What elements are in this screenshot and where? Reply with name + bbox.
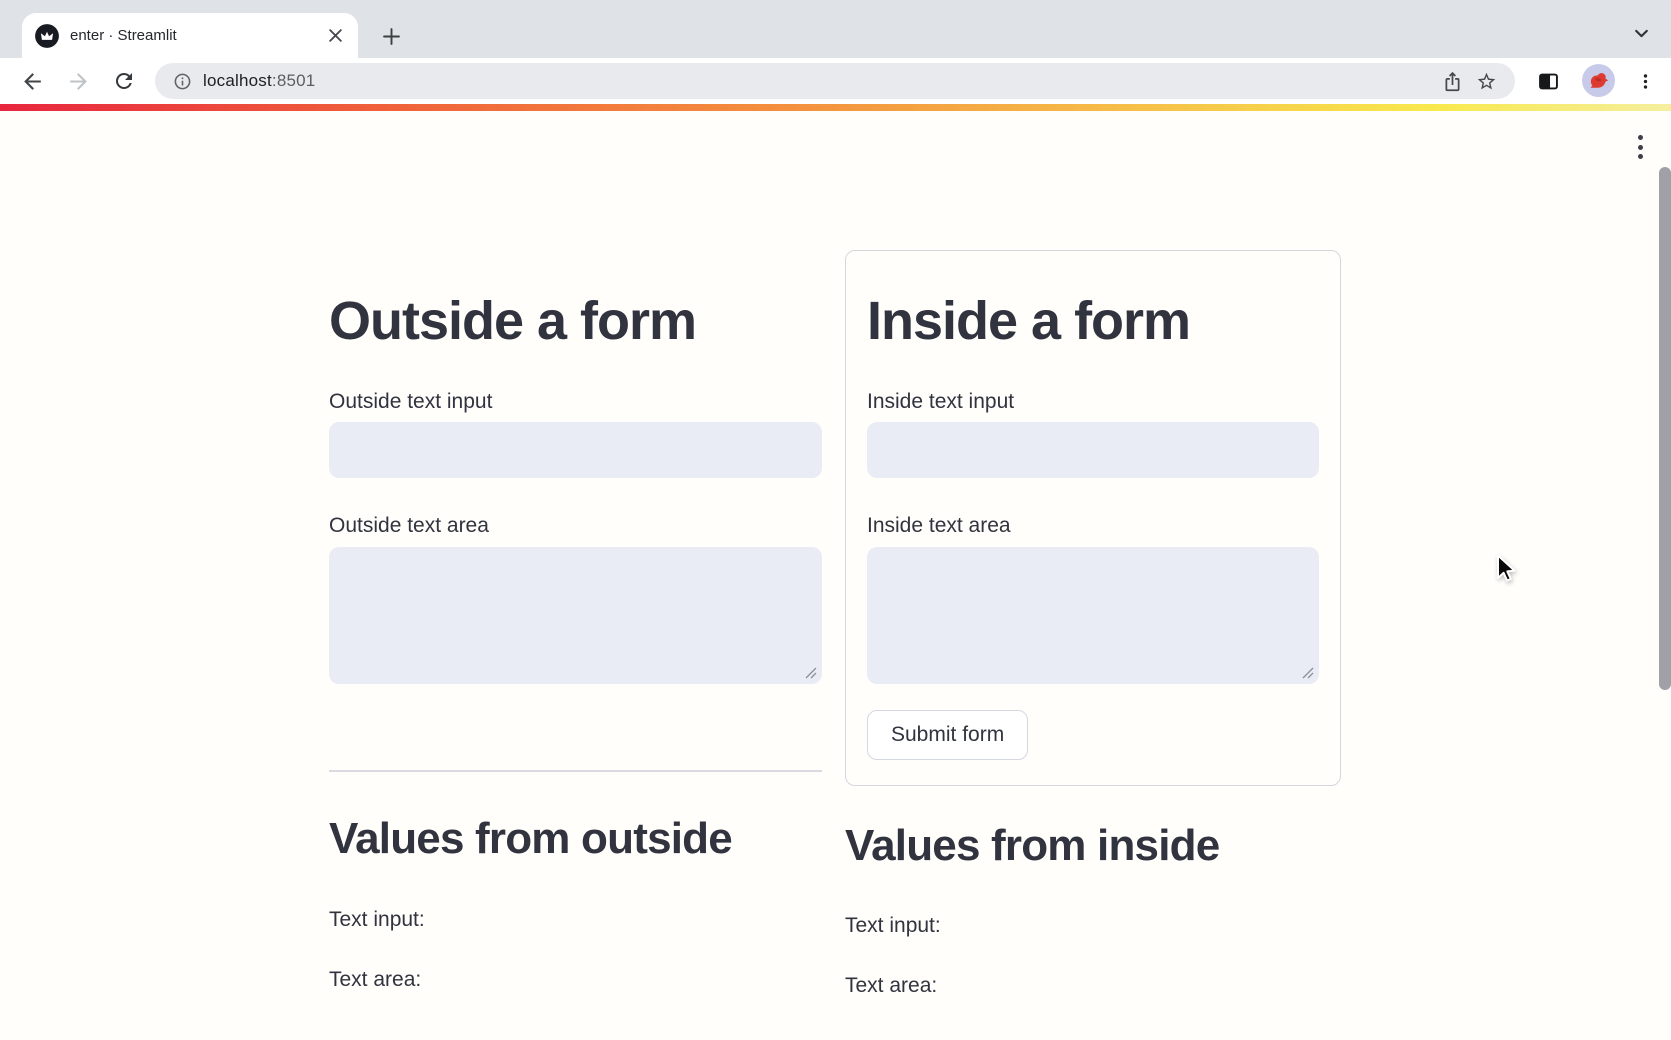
inside-text-area-label: Inside text area — [867, 512, 1011, 540]
streamlit-menu-icon[interactable] — [1624, 127, 1656, 167]
browser-toolbar: localhost:8501 — [0, 58, 1671, 104]
tab-strip: enter · Streamlit — [0, 0, 1671, 58]
avatar-bird-icon[interactable] — [1582, 64, 1615, 97]
inside-text-input[interactable] — [867, 422, 1319, 478]
streamlit-decoration-bar — [0, 104, 1671, 111]
divider — [329, 770, 822, 772]
back-icon[interactable] — [10, 59, 54, 103]
outside-text-input-label: Outside text input — [329, 388, 492, 416]
inside-text-area-wrap — [867, 547, 1319, 684]
inside-form-title: Inside a form — [867, 289, 1190, 353]
chevron-down-icon[interactable] — [1626, 18, 1656, 48]
tab-title: enter · Streamlit — [70, 27, 314, 44]
new-tab-icon[interactable] — [376, 21, 406, 51]
submit-form-button[interactable]: Submit form — [867, 710, 1028, 760]
values-outside-text-input: Text input: — [329, 906, 425, 934]
star-icon[interactable] — [1469, 64, 1503, 98]
reload-icon[interactable] — [102, 59, 146, 103]
values-inside-text-input: Text input: — [845, 912, 941, 940]
outside-text-input[interactable] — [329, 422, 822, 478]
url-bar[interactable]: localhost:8501 — [155, 63, 1515, 99]
inside-text-input-label: Inside text input — [867, 388, 1014, 416]
tab-enter-streamlit[interactable]: enter · Streamlit — [22, 13, 358, 58]
values-outside-title: Values from outside — [329, 812, 732, 866]
forward-icon[interactable] — [56, 59, 100, 103]
side-panel-icon[interactable] — [1531, 64, 1565, 98]
scrollbar[interactable] — [1659, 167, 1671, 690]
url-text: localhost:8501 — [203, 71, 1435, 91]
outside-form-title: Outside a form — [329, 289, 696, 353]
info-icon[interactable] — [169, 68, 195, 94]
values-outside-text-area: Text area: — [329, 966, 421, 994]
inside-text-area[interactable] — [867, 547, 1319, 684]
crown-favicon-icon — [34, 23, 60, 49]
cursor-icon — [1491, 553, 1521, 587]
resize-handle-icon[interactable] — [803, 665, 817, 679]
outside-text-area[interactable] — [329, 547, 822, 684]
values-inside-title: Values from inside — [845, 819, 1219, 873]
url-port: :8501 — [272, 71, 316, 90]
share-icon[interactable] — [1435, 64, 1469, 98]
resize-handle-icon[interactable] — [1300, 665, 1314, 679]
outside-text-area-wrap — [329, 547, 822, 684]
close-icon[interactable] — [324, 25, 346, 47]
browser-menu-icon[interactable] — [1628, 64, 1662, 98]
streamlit-app: Outside a form Outside text input Outsid… — [0, 111, 1671, 1040]
url-host: localhost — [203, 71, 272, 90]
outside-text-area-label: Outside text area — [329, 512, 489, 540]
browser-window: enter · Streamlit localhost:8501 — [0, 0, 1671, 1040]
values-inside-text-area: Text area: — [845, 972, 937, 1000]
